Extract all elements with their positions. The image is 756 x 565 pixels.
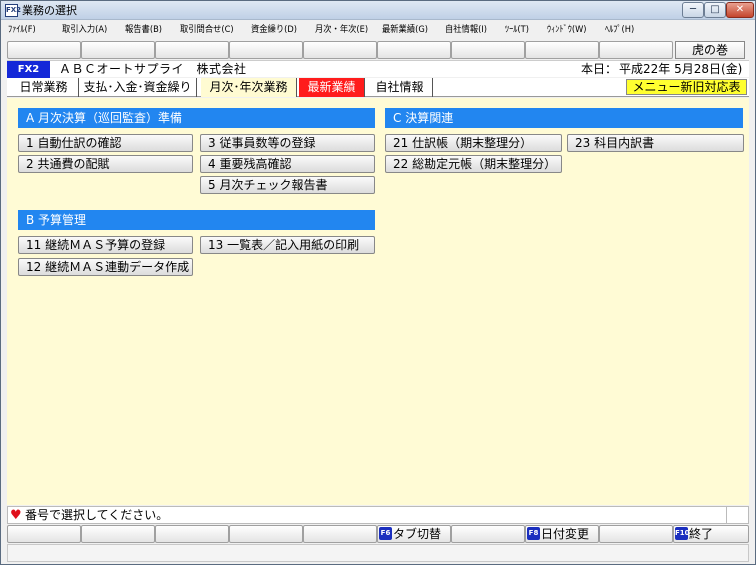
fkey-f8-date-change[interactable]: F8 日付変更 [525, 525, 599, 543]
status-bar: ♥ 番号で選択してください。 [7, 506, 749, 524]
item-23-account-details[interactable]: 23 科目内訳書 [567, 134, 744, 152]
menu-tools[interactable]: ﾂｰﾙ(T) [505, 23, 529, 38]
item-12-mas-data[interactable]: 12 継続ＭＡＳ連動データ作成 [18, 258, 193, 276]
maximize-button[interactable]: □ [704, 2, 726, 18]
close-button[interactable]: ✕ [726, 2, 754, 18]
tab-bar: 日常業務 支払･入金･資金繰り 月次･年次業務 最新業績 自社情報 メニュー新旧… [7, 78, 749, 97]
status-message: 番号で選択してください。 [25, 508, 169, 522]
item-1-auto-journal[interactable]: 1 自動仕訳の確認 [18, 134, 193, 152]
fkey-top-5[interactable] [303, 41, 377, 59]
fkey-top-4[interactable] [229, 41, 303, 59]
menu-help[interactable]: ﾍﾙﾌﾟ(H) [605, 23, 634, 38]
tab-payments-cash[interactable]: 支払･入金･資金繰り [79, 78, 197, 97]
fkey-top-6[interactable] [377, 41, 451, 59]
fkey-top-1[interactable] [7, 41, 81, 59]
fkey-top-7[interactable] [451, 41, 525, 59]
fkey-top-8[interactable] [525, 41, 599, 59]
function-key-bar-bottom: F6 タブ切替 F8 日付変更 F10終了 [7, 525, 749, 543]
item-11-mas-budget[interactable]: 11 継続ＭＡＳ予算の登録 [18, 236, 193, 254]
fkey-top-9[interactable] [599, 41, 673, 59]
item-2-common-cost[interactable]: 2 共通費の配賦 [18, 155, 193, 173]
fkey-bottom-1[interactable] [7, 525, 81, 543]
menu-company-info[interactable]: 自社情報(I) [445, 23, 487, 38]
window-title: 業務の選択 [22, 4, 77, 17]
menu-window[interactable]: ｳｨﾝﾄﾞｳ(W) [547, 23, 586, 38]
menu-file[interactable]: ﾌｧｲﾙ(F) [8, 23, 36, 38]
fkey-bottom-4[interactable] [229, 525, 303, 543]
section-a-header: A 月次決算（巡回監査）準備 [18, 108, 375, 128]
company-name: ＡＢＣオートサプライ 株式会社 [59, 62, 247, 76]
fkey-f6-tab-switch[interactable]: F6 タブ切替 [377, 525, 451, 543]
fkey-bottom-5[interactable] [303, 525, 377, 543]
tab-company-info[interactable]: 自社情報 [367, 78, 433, 97]
fkey-bottom-7[interactable] [451, 525, 525, 543]
f6-label: タブ切替 [393, 527, 442, 541]
company-bar: FX2 ＡＢＣオートサプライ 株式会社 本日： 平成22年 5月28日(金) [7, 60, 749, 78]
menu-bar: ﾌｧｲﾙ(F) 取引入力(A) 報告書(B) 取引問合せ(C) 資金繰り(D) … [1, 21, 755, 40]
item-21-journal[interactable]: 21 仕訳帳（期末整理分） [385, 134, 562, 152]
heart-icon: ♥ [10, 508, 22, 523]
fkey-bottom-3[interactable] [155, 525, 229, 543]
fkey-top-2[interactable] [81, 41, 155, 59]
f8-label: 日付変更 [541, 527, 590, 541]
tora-no-maki-button[interactable]: 虎の巻 [675, 41, 745, 59]
menu-latest-results[interactable]: 最新業績(G) [382, 23, 428, 38]
function-key-bar-top [7, 41, 749, 59]
menu-transaction-input[interactable]: 取引入力(A) [62, 23, 107, 38]
fkey-top-3[interactable] [155, 41, 229, 59]
tab-latest-results[interactable]: 最新業績 [299, 78, 365, 97]
menu-transaction-inquiry[interactable]: 取引問合せ(C) [180, 23, 234, 38]
today-label: 本日： [581, 62, 618, 76]
menu-cash-flow[interactable]: 資金繰り(D) [251, 23, 297, 38]
fkey-f10-exit[interactable]: F10終了 [673, 525, 749, 543]
f10-key-icon: F10 [675, 527, 690, 540]
content-area: A 月次決算（巡回監査）準備 1 自動仕訳の確認 2 共通費の配賦 3 従事員数… [7, 98, 749, 505]
minimize-button[interactable]: ─ [682, 2, 704, 18]
app-icon: FX2 [5, 4, 21, 17]
title-bar[interactable]: FX2 業務の選択 ─ □ ✕ [1, 1, 755, 20]
menu-reports[interactable]: 報告書(B) [125, 23, 162, 38]
fx2-badge: FX2 [7, 61, 50, 78]
main-window: FX2 業務の選択 ─ □ ✕ ﾌｧｲﾙ(F) 取引入力(A) 報告書(B) 取… [0, 0, 756, 565]
section-b-header: B 予算管理 [18, 210, 375, 230]
fkey-bottom-2[interactable] [81, 525, 155, 543]
f6-key-icon: F6 [379, 527, 392, 540]
today-date: 平成22年 5月28日(金) [619, 62, 743, 76]
item-13-print-forms[interactable]: 13 一覧表／記入用紙の印刷 [200, 236, 375, 254]
f10-label: 終了 [689, 527, 714, 541]
bottom-status-strip [7, 544, 749, 562]
menu-monthly-annual[interactable]: 月次・年次(E) [315, 23, 368, 38]
menu-correspondence-button[interactable]: メニュー新旧対応表 [626, 79, 747, 95]
tab-monthly-annual[interactable]: 月次･年次業務 [201, 78, 297, 97]
tab-daily-tasks[interactable]: 日常業務 [9, 78, 79, 97]
section-c-header: C 決算関連 [385, 108, 743, 128]
status-indicator [726, 507, 748, 523]
fkey-bottom-9[interactable] [599, 525, 673, 543]
f8-key-icon: F8 [527, 527, 540, 540]
item-3-employee-count[interactable]: 3 従事員数等の登録 [200, 134, 375, 152]
item-5-monthly-report[interactable]: 5 月次チェック報告書 [200, 176, 375, 194]
item-4-balance-check[interactable]: 4 重要残高確認 [200, 155, 375, 173]
item-22-general-ledger[interactable]: 22 総勘定元帳（期末整理分） [385, 155, 562, 173]
